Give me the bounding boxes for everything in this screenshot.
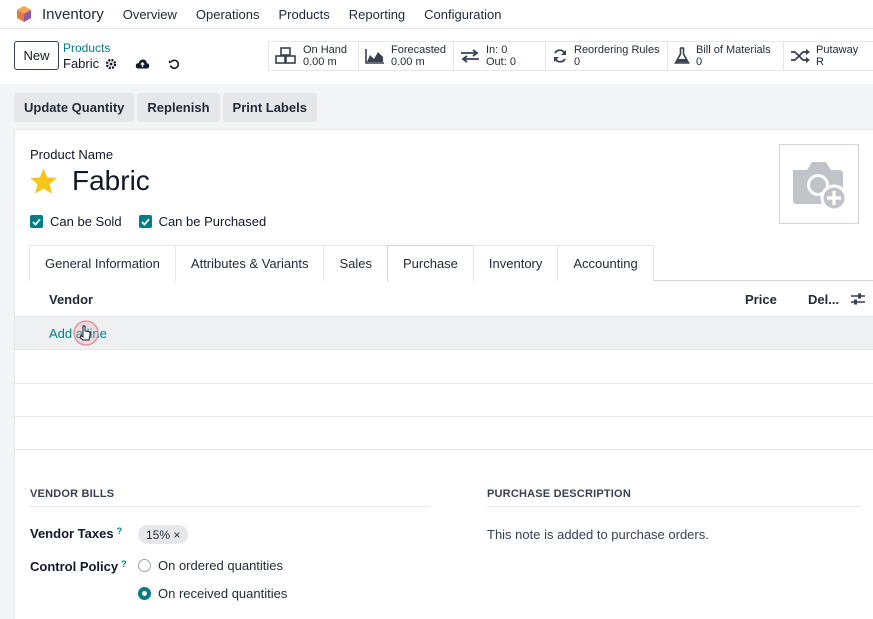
reordering-value: 0 [574,56,581,68]
tab-sales[interactable]: Sales [323,245,388,281]
column-delay[interactable]: Del... [808,292,839,307]
star-favorite-icon[interactable] [29,167,58,195]
radio-ordered-quantities[interactable]: On ordered quantities [138,558,283,573]
product-name-label: Product Name [30,147,114,162]
update-quantity-button[interactable]: Update Quantity [14,93,135,122]
vendor-taxes-label: Vendor Taxes? [30,526,122,541]
vendor-taxes-text: Vendor Taxes [30,526,114,541]
gear-icon[interactable] [105,58,117,70]
tab-attributes-variants[interactable]: Attributes & Variants [174,245,325,281]
inventory-app-icon[interactable] [15,5,33,23]
checkmark-icon [138,215,152,228]
can-be-sold-label: Can be Sold [50,214,122,229]
camera-add-icon [793,162,848,212]
top-navbar: Inventory Overview Operations Products R… [0,0,873,29]
purchase-description-field[interactable]: This note is added to purchase orders. [487,527,709,542]
menu-operations[interactable]: Operations [196,7,260,22]
can-be-purchased-checkbox[interactable]: Can be Purchased [138,214,267,229]
stat-reordering-rules[interactable]: Reordering Rules 0 [546,41,668,71]
stat-in-out[interactable]: In: 0 Out: 0 [454,41,546,71]
in-label: In: 0 [486,44,508,56]
refresh-icon [552,48,568,64]
tab-accounting[interactable]: Accounting [557,245,654,281]
radio-received-quantities[interactable]: On received quantities [138,586,287,601]
pointer-cursor-icon [73,320,99,346]
stat-on-hand[interactable]: On Hand 0.00 m [268,41,359,71]
purchase-description-heading: PURCHASE DESCRIPTION [487,488,860,507]
out-label: Out: 0 [486,56,516,68]
product-flags: Can be Sold Can be Purchased [30,214,283,229]
vendor-bills-heading: VENDOR BILLS [30,488,430,507]
breadcrumb-products[interactable]: Products [63,41,110,55]
action-buttons: Update Quantity Replenish Print Labels [14,93,317,122]
replenish-button[interactable]: Replenish [137,93,220,122]
column-price[interactable]: Price [745,292,777,307]
reordering-label: Reordering Rules [574,44,660,56]
radio-circle-selected [138,587,151,600]
column-vendor[interactable]: Vendor [49,292,93,307]
on-hand-label: On Hand [303,44,348,56]
cloud-save-icon[interactable] [135,58,150,70]
control-policy-text: Control Policy [30,559,119,574]
add-line-row: Add a line [15,317,873,350]
record-name: Fabric [63,56,100,71]
checkmark-icon [30,215,43,228]
can-be-purchased-label: Can be Purchased [158,214,267,229]
random-shuffle-icon [790,49,810,63]
tab-inventory[interactable]: Inventory [472,245,559,281]
menu-reporting[interactable]: Reporting [349,7,405,22]
empty-row [15,417,873,450]
help-question-icon[interactable]: ? [117,526,123,536]
form-sheet: Product Name Fabric Can be Sold Can be P… [14,129,873,619]
bom-label: Bill of Materials [696,44,771,56]
radio-circle [138,559,151,572]
exchange-icon [460,49,480,63]
empty-row [15,384,873,417]
empty-row [15,351,873,384]
control-panel: New Products Fabric On Hand 0.00 m Forec… [0,29,873,84]
forecasted-label: Forecasted [391,44,447,56]
forecasted-value: 0.00 m [391,56,425,68]
menu-configuration[interactable]: Configuration [424,7,501,22]
on-hand-value: 0.00 m [303,56,337,68]
product-image-placeholder[interactable] [779,144,859,224]
print-labels-button[interactable]: Print Labels [222,93,317,122]
product-name-field[interactable]: Fabric [72,165,150,197]
bom-value: 0 [696,56,703,68]
stat-putaway-rules[interactable]: Putaway R [784,41,873,71]
new-button[interactable]: New [14,41,59,70]
cubes-icon [275,47,297,65]
putaway-label: Putaway R [816,44,859,68]
tab-purchase[interactable]: Purchase [386,245,474,282]
stat-bill-of-materials[interactable]: Bill of Materials 0 [668,41,784,71]
help-question-icon[interactable]: ? [121,559,127,569]
area-chart-icon [365,48,385,64]
record-title: Fabric [63,56,180,71]
menu-overview[interactable]: Overview [123,7,177,22]
control-policy-label: Control Policy? [30,559,127,574]
app-name[interactable]: Inventory [42,6,104,23]
stat-forecasted[interactable]: Forecasted 0.00 m [359,41,454,71]
option-ordered-label: On ordered quantities [158,558,284,573]
discard-undo-icon[interactable] [168,58,180,70]
notebook-tabs: General Information Attributes & Variant… [29,245,873,282]
can-be-sold-checkbox[interactable]: Can be Sold [30,214,122,229]
menu-products[interactable]: Products [278,7,329,22]
tab-general-information[interactable]: General Information [29,245,176,281]
flask-icon [674,47,690,65]
smart-buttons: On Hand 0.00 m Forecasted 0.00 m In: 0 O… [268,41,873,71]
tax-tag-15[interactable]: 15% × [138,525,189,544]
optional-columns-toggle-icon[interactable] [851,293,865,305]
option-received-label: On received quantities [158,586,288,601]
product-title-row: Fabric [29,165,150,197]
vendor-list-header: Vendor Price Del... [15,281,873,317]
